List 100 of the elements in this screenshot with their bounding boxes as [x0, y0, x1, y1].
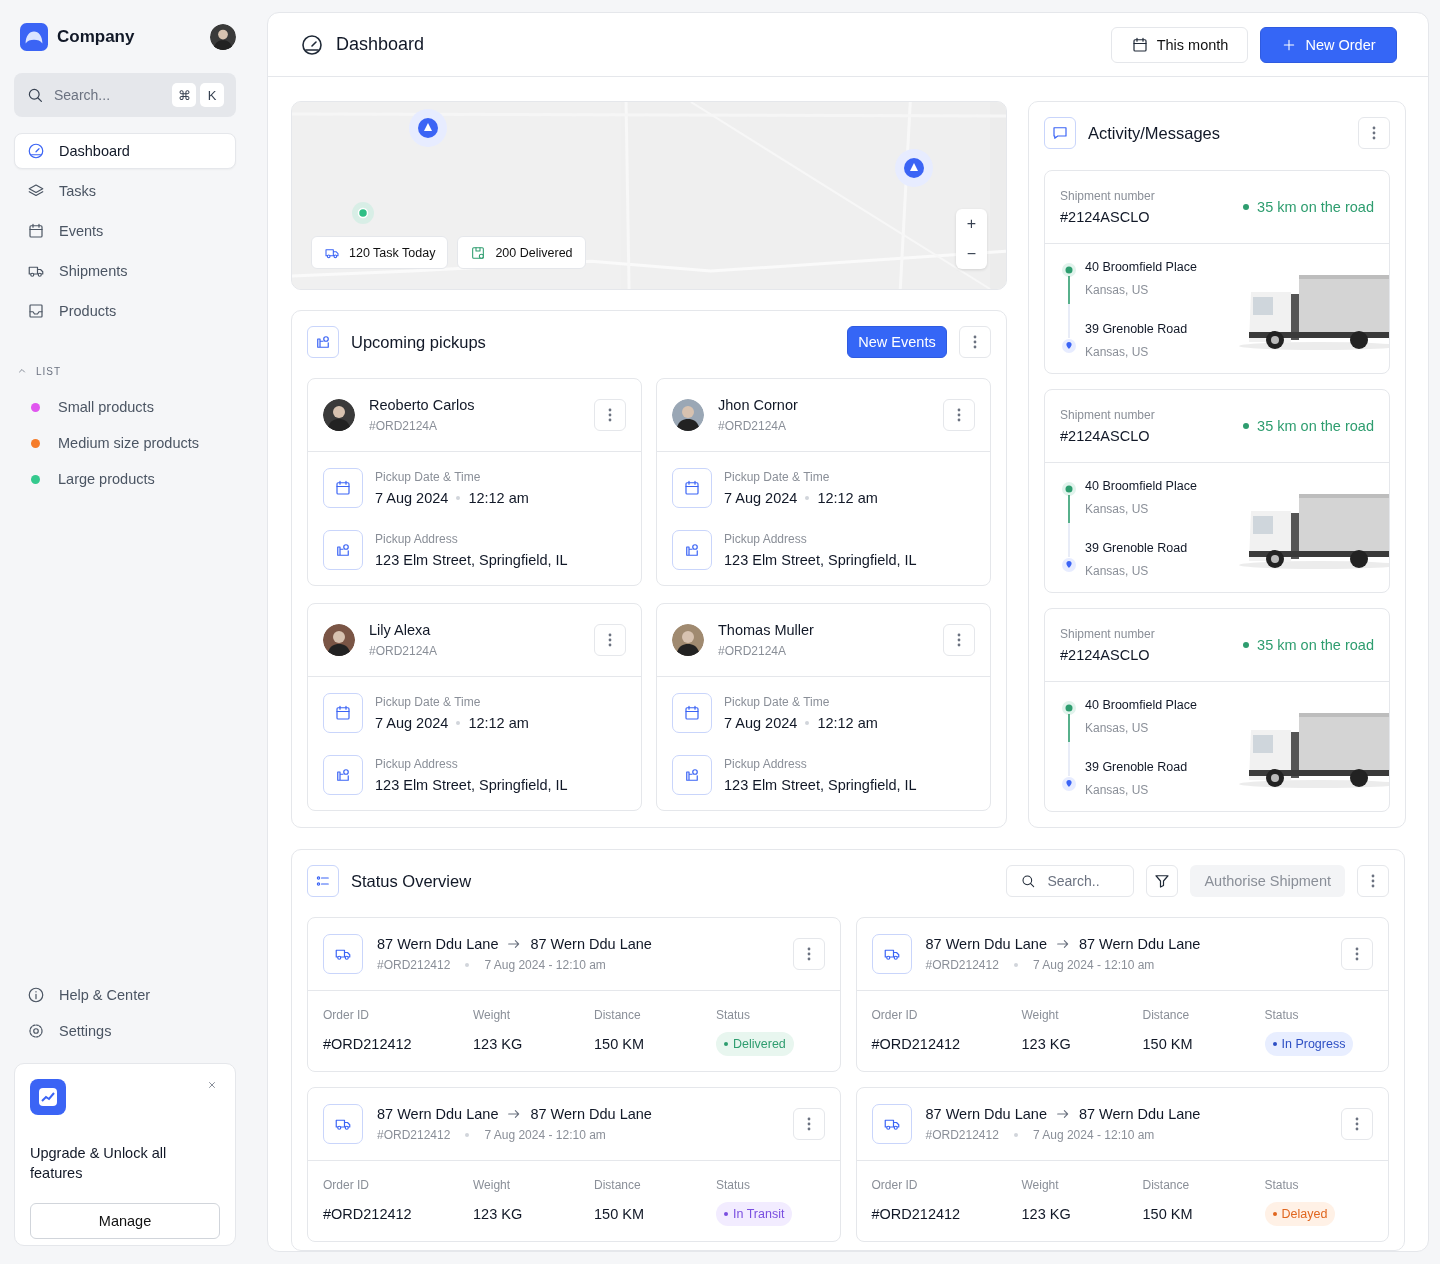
column-label: Distance — [594, 1178, 642, 1192]
field-label: Pickup Date & Time — [724, 470, 831, 484]
more-button[interactable] — [594, 399, 626, 431]
new-events-button[interactable]: New Events — [847, 326, 947, 358]
origin-address: 87 Wern Ddu Lane — [925, 936, 1047, 952]
filter-button[interactable] — [1146, 865, 1179, 897]
distance-value: 150 KM — [594, 1036, 645, 1052]
info-icon — [27, 986, 45, 1004]
nav-item[interactable]: Tasks — [14, 173, 236, 209]
more-icon — [957, 407, 961, 423]
column-label: Distance — [594, 1008, 642, 1022]
more-button[interactable] — [1341, 1108, 1373, 1140]
status-badge: Delivered — [716, 1032, 794, 1056]
field-label: Pickup Date & Time — [375, 695, 482, 709]
column-label: Weight — [1021, 1178, 1060, 1192]
truck-icon — [323, 934, 363, 974]
more-icon — [608, 407, 612, 423]
zoom-in-button[interactable]: + — [956, 209, 987, 239]
period-button[interactable]: This month — [1111, 26, 1248, 63]
chat-icon — [1044, 117, 1076, 149]
more-button[interactable] — [792, 1108, 825, 1140]
column-label: Weight — [473, 1178, 512, 1192]
more-button[interactable] — [1357, 865, 1389, 897]
nav-item[interactable]: Shipments — [14, 253, 236, 289]
address-line: 40 Broomfield Place — [1085, 479, 1198, 493]
truck-icon — [871, 934, 912, 974]
logo-icon — [20, 23, 48, 51]
pickup-time: 12:12 am — [468, 490, 529, 506]
more-icon — [608, 632, 612, 648]
nav-item[interactable]: Settings — [14, 1013, 236, 1049]
distance-status: 35 km on the road — [1243, 637, 1374, 653]
manage-button[interactable]: Manage — [30, 1203, 220, 1239]
dashboard-icon — [300, 32, 324, 57]
more-button[interactable] — [594, 624, 626, 656]
person-name: Thomas Muller — [718, 622, 814, 638]
more-button[interactable] — [1341, 938, 1373, 970]
order-number: #ORD212412 — [377, 958, 451, 972]
field-label: Pickup Address — [375, 757, 459, 771]
order-date: 7 Aug 2024 - 12:10 am — [1032, 958, 1155, 972]
more-button[interactable] — [792, 938, 825, 970]
calendar-icon — [672, 693, 712, 733]
more-button[interactable] — [959, 326, 991, 358]
order-id: #ORD212412 — [871, 1206, 962, 1222]
destination-address: 87 Wern Ddu Lane — [530, 1106, 652, 1122]
pickup-time: 12:12 am — [468, 715, 529, 731]
calendar-icon — [323, 693, 363, 733]
more-icon — [806, 1116, 811, 1132]
settings-icon — [27, 1022, 45, 1040]
origin-address: 87 Wern Ddu Lane — [377, 1106, 499, 1122]
address-line: 40 Broomfield Place — [1085, 260, 1198, 274]
status-badge: In Transit — [716, 1202, 793, 1226]
list-item[interactable]: Small products — [14, 389, 236, 425]
pickup-address: 123 Elm Street, Springfield, IL — [375, 777, 568, 793]
calendar-icon — [1130, 35, 1149, 54]
list-item[interactable]: Medium size products — [14, 425, 236, 461]
new-order-button[interactable]: New Order — [1260, 26, 1397, 63]
nav-item[interactable]: Dashboard — [14, 133, 236, 169]
more-icon — [1371, 873, 1375, 889]
column-label: Distance — [1142, 1178, 1191, 1192]
more-icon — [973, 334, 977, 350]
dashboard-icon — [27, 142, 45, 160]
order-id: #ORD212412 — [871, 1036, 962, 1052]
search-icon — [26, 86, 44, 104]
more-button[interactable] — [943, 624, 975, 656]
pickup-date: 7 Aug 2024 — [375, 490, 449, 506]
more-button[interactable] — [1358, 117, 1390, 149]
pickup-date: 7 Aug 2024 — [724, 715, 798, 731]
column-label: Weight — [1021, 1008, 1060, 1022]
destination-address: 87 Wern Ddu Lane — [1078, 936, 1201, 952]
map-pin-icon — [408, 108, 448, 148]
region-text: Kansas, US — [1085, 345, 1150, 359]
nav-item[interactable]: Help & Center — [14, 977, 236, 1013]
search-field[interactable]: Search.. — [1006, 865, 1135, 897]
list-item[interactable]: Large products — [14, 461, 236, 497]
zoom-out-button[interactable]: − — [956, 239, 987, 269]
field-label: Shipment number — [1060, 408, 1155, 422]
pickup-address: 123 Elm Street, Springfield, IL — [724, 777, 917, 793]
panel-title: Upcoming pickups — [351, 332, 486, 352]
destination-address: 87 Wern Ddu Lane — [1078, 1106, 1201, 1122]
field-label: Shipment number — [1060, 189, 1155, 203]
column-label: Status — [1264, 1178, 1300, 1192]
calendar-icon — [323, 468, 363, 508]
column-label: Status — [716, 1178, 752, 1192]
distance-value: 150 KM — [1142, 1036, 1194, 1052]
list-toggle[interactable]: LIST — [14, 363, 236, 379]
order-number: #ORD2124A — [369, 644, 438, 658]
list-icon — [307, 865, 339, 897]
pickup-address: 123 Elm Street, Springfield, IL — [375, 552, 568, 568]
calendar-icon — [672, 468, 712, 508]
pickup-time: 12:12 am — [817, 715, 878, 731]
more-button[interactable] — [943, 399, 975, 431]
order-number: #ORD212412 — [925, 958, 999, 972]
status-badge: Delayed — [1264, 1202, 1336, 1226]
map-icon — [672, 755, 712, 795]
map-icon — [323, 530, 363, 570]
pickup-address: 123 Elm Street, Springfield, IL — [724, 552, 917, 568]
nav-item[interactable]: Products — [14, 293, 236, 329]
search-icon — [1020, 873, 1037, 889]
origin-address: 87 Wern Ddu Lane — [377, 936, 499, 952]
nav-item[interactable]: Events — [14, 213, 236, 249]
